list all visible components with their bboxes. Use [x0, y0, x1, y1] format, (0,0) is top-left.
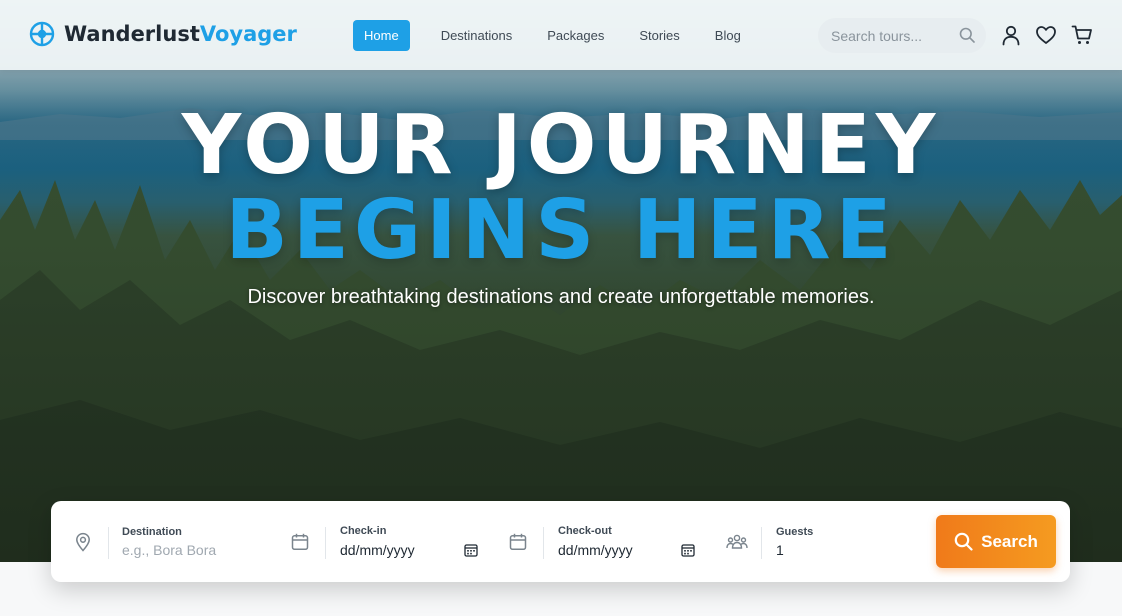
- user-icon[interactable]: [1000, 24, 1022, 46]
- hero-title-line2: BEGINS HERE: [225, 183, 897, 278]
- search-icon[interactable]: [959, 27, 975, 43]
- cart-icon[interactable]: [1071, 24, 1093, 46]
- search-button[interactable]: Search: [936, 515, 1056, 568]
- search-icon: [954, 532, 973, 551]
- nav-home[interactable]: Home: [353, 20, 410, 51]
- booking-search-bar: Destination e.g., Bora Bora Check-in dd/…: [51, 501, 1070, 582]
- guests-label: Guests: [776, 526, 814, 538]
- nav-destinations[interactable]: Destinations: [424, 20, 530, 51]
- heart-icon[interactable]: [1035, 24, 1057, 46]
- nav-stories[interactable]: Stories: [622, 20, 696, 51]
- brand-name-part2: Voyager: [199, 22, 297, 46]
- separator: [543, 527, 544, 559]
- nav-packages[interactable]: Packages: [530, 20, 621, 51]
- hero-section: [0, 0, 1122, 562]
- location-pin-icon: [76, 532, 90, 552]
- hero-subtitle: Discover breathtaking destinations and c…: [247, 286, 875, 308]
- calendar-icon: [509, 533, 527, 551]
- calendar-icon: [291, 533, 309, 551]
- header-search: [818, 18, 986, 53]
- separator: [325, 527, 326, 559]
- checkin-label: Check-in: [340, 525, 387, 537]
- destination-label: Destination: [122, 526, 182, 538]
- search-tours-input[interactable]: [831, 27, 951, 44]
- separator: [761, 527, 762, 559]
- checkin-date-input[interactable]: dd/mm/yyyy: [340, 542, 415, 558]
- guests-input[interactable]: 1: [776, 542, 784, 558]
- people-group-icon: [726, 534, 748, 549]
- brand-name-part1: Wanderlust: [64, 22, 200, 46]
- brand-logo[interactable]: WanderlustVoyager: [29, 21, 297, 47]
- hero-title-line1: YOUR JOURNEY: [181, 98, 941, 193]
- site-header: WanderlustVoyager Home Destinations Pack…: [0, 0, 1122, 70]
- nav-blog[interactable]: Blog: [698, 20, 758, 51]
- compass-crosshair-icon: [29, 21, 55, 47]
- separator: [108, 527, 109, 559]
- brand-name: WanderlustVoyager: [64, 22, 297, 46]
- hero-overlay: [0, 0, 1122, 562]
- calendar-picker-icon[interactable]: [464, 543, 478, 557]
- main-nav: Home Destinations Packages Stories Blog: [353, 20, 759, 51]
- checkout-date-input[interactable]: dd/mm/yyyy: [558, 542, 633, 558]
- destination-input[interactable]: e.g., Bora Bora: [122, 542, 216, 558]
- calendar-picker-icon[interactable]: [681, 543, 695, 557]
- checkout-label: Check-out: [558, 525, 612, 537]
- search-button-label: Search: [981, 531, 1038, 551]
